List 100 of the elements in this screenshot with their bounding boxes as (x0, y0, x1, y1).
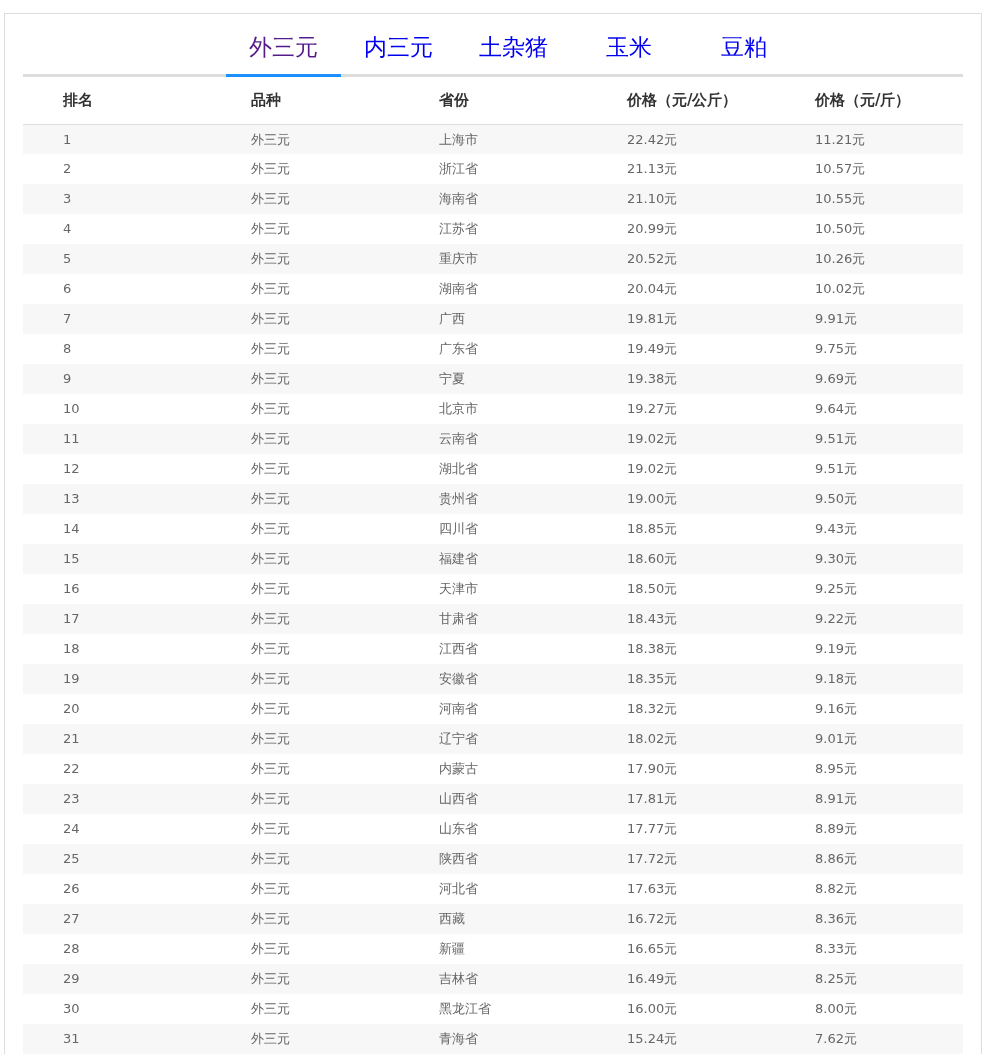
table-cell: 19.00元 (587, 484, 775, 514)
table-cell: 外三元 (211, 964, 399, 994)
table-cell: 北京市 (399, 394, 587, 424)
table-cell: 2 (23, 154, 211, 184)
table-cell: 外三元 (211, 274, 399, 304)
table-cell: 10.57元 (775, 154, 963, 184)
table-cell: 云南省 (399, 424, 587, 454)
tab[interactable]: 外三元 (226, 30, 341, 77)
tab[interactable]: 玉米 (571, 30, 686, 77)
table-cell: 22.42元 (587, 124, 775, 154)
table-cell: 青海省 (399, 1024, 587, 1054)
table-cell: 18.85元 (587, 514, 775, 544)
table-cell: 17 (23, 604, 211, 634)
table-cell: 21 (23, 724, 211, 754)
table-cell: 外三元 (211, 904, 399, 934)
table-cell: 17.90元 (587, 754, 775, 784)
table-cell: 黑龙江省 (399, 994, 587, 1024)
table-cell: 18.32元 (587, 694, 775, 724)
table-cell: 湖北省 (399, 454, 587, 484)
table-cell: 17.81元 (587, 784, 775, 814)
table-cell: 11.21元 (775, 124, 963, 154)
table-cell: 外三元 (211, 184, 399, 214)
table-cell: 16.00元 (587, 994, 775, 1024)
table-cell: 辽宁省 (399, 724, 587, 754)
table-cell: 24 (23, 814, 211, 844)
table-cell: 9.51元 (775, 454, 963, 484)
table-cell: 广东省 (399, 334, 587, 364)
table-cell: 9.01元 (775, 724, 963, 754)
table-cell: 8.25元 (775, 964, 963, 994)
table-cell: 内蒙古 (399, 754, 587, 784)
table-cell: 6 (23, 274, 211, 304)
table-cell: 外三元 (211, 814, 399, 844)
table-cell: 外三元 (211, 634, 399, 664)
table-cell: 吉林省 (399, 964, 587, 994)
table-cell: 8.86元 (775, 844, 963, 874)
table-cell: 新疆 (399, 934, 587, 964)
table-cell: 9 (23, 364, 211, 394)
table-cell: 河北省 (399, 874, 587, 904)
table-cell: 31 (23, 1024, 211, 1054)
table-cell: 外三元 (211, 664, 399, 694)
table-cell: 18.43元 (587, 604, 775, 634)
table-cell: 8.89元 (775, 814, 963, 844)
table-cell: 18.50元 (587, 574, 775, 604)
column-header: 品种 (211, 77, 399, 124)
table-cell: 9.69元 (775, 364, 963, 394)
table-cell: 外三元 (211, 784, 399, 814)
table-cell: 18.35元 (587, 664, 775, 694)
table-cell: 30 (23, 994, 211, 1024)
table-cell: 10.55元 (775, 184, 963, 214)
table-cell: 江苏省 (399, 214, 587, 244)
table-cell: 19.38元 (587, 364, 775, 394)
table-cell: 9.75元 (775, 334, 963, 364)
table-cell: 15.24元 (587, 1024, 775, 1054)
table-cell: 21.13元 (587, 154, 775, 184)
table-cell: 海南省 (399, 184, 587, 214)
table-cell: 25 (23, 844, 211, 874)
table-cell: 10.02元 (775, 274, 963, 304)
table-cell: 17.63元 (587, 874, 775, 904)
table-cell: 20.99元 (587, 214, 775, 244)
table-cell: 1 (23, 124, 211, 154)
table-cell: 9.22元 (775, 604, 963, 634)
table-cell: 20 (23, 694, 211, 724)
table-cell: 9.91元 (775, 304, 963, 334)
table-cell: 外三元 (211, 484, 399, 514)
table-cell: 河南省 (399, 694, 587, 724)
table-cell: 8.33元 (775, 934, 963, 964)
table-cell: 重庆市 (399, 244, 587, 274)
table-cell: 8.91元 (775, 784, 963, 814)
table-cell: 20.04元 (587, 274, 775, 304)
table-cell: 外三元 (211, 304, 399, 334)
table-cell: 外三元 (211, 874, 399, 904)
table-cell: 9.51元 (775, 424, 963, 454)
table-cell: 7.62元 (775, 1024, 963, 1054)
table-cell: 18.60元 (587, 544, 775, 574)
tab[interactable]: 内三元 (341, 30, 456, 77)
tab[interactable]: 豆粕 (686, 30, 801, 77)
table-cell: 外三元 (211, 994, 399, 1024)
table-cell: 9.64元 (775, 394, 963, 424)
table-cell: 湖南省 (399, 274, 587, 304)
table-cell: 19.02元 (587, 424, 775, 454)
table-cell: 外三元 (211, 1024, 399, 1054)
column-header: 排名 (23, 77, 211, 124)
table-cell: 外三元 (211, 514, 399, 544)
table-cell: 26 (23, 874, 211, 904)
table-cell: 外三元 (211, 334, 399, 364)
table-cell: 广西 (399, 304, 587, 334)
table-cell: 8.82元 (775, 874, 963, 904)
tab[interactable]: 土杂猪 (456, 30, 571, 77)
table-cell: 19.27元 (587, 394, 775, 424)
table-cell: 陕西省 (399, 844, 587, 874)
table-cell: 15 (23, 544, 211, 574)
table-cell: 9.43元 (775, 514, 963, 544)
table-cell: 甘肃省 (399, 604, 587, 634)
table-cell: 外三元 (211, 604, 399, 634)
table-cell: 9.50元 (775, 484, 963, 514)
table-cell: 安徽省 (399, 664, 587, 694)
table-cell: 外三元 (211, 544, 399, 574)
table-cell: 10 (23, 394, 211, 424)
table-cell: 上海市 (399, 124, 587, 154)
table-cell: 5 (23, 244, 211, 274)
